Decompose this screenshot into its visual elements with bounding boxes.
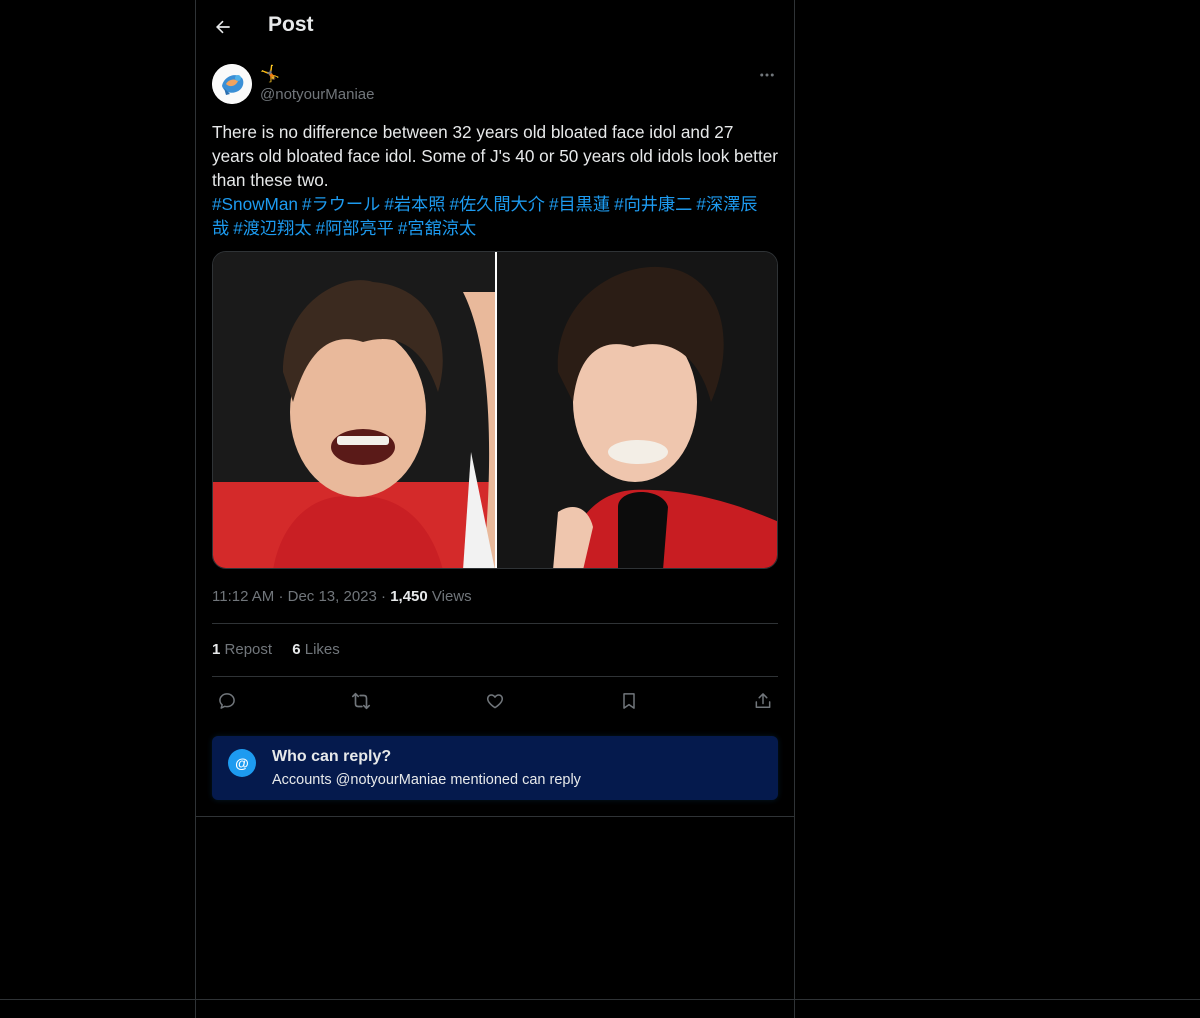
share-icon: [755, 693, 771, 708]
hashtag-list: #SnowMan #ラウール #岩本照 #佐久間大介 #目黒蓮 #向井康二 #深澤辰哉 #渡辺…: [212, 192, 778, 240]
divider: [196, 816, 794, 817]
main-column: Post 🤸 @notyourManiae There is no differ…: [195, 0, 795, 1018]
engagement-counts: 1 Repost 6 Likes: [212, 641, 356, 658]
reposts-label: Repost: [224, 641, 273, 658]
reposts-count: 1: [212, 641, 221, 658]
like-icon: [486, 694, 504, 709]
hashtag-link[interactable]: #渡辺翔太: [233, 218, 311, 238]
reply-restriction-title: Who can reply?: [272, 748, 392, 765]
likes-stat[interactable]: 6 Likes: [292, 641, 340, 658]
post-time[interactable]: 11:12 AM: [212, 588, 274, 605]
reply-restriction-banner: @ Who can reply? Accounts @notyourManiae…: [212, 736, 778, 800]
reposts-stat[interactable]: 1 Repost: [212, 641, 272, 658]
views-label: Views: [431, 588, 472, 605]
post-text: There is no difference between 32 years …: [212, 122, 779, 190]
post-body: There is no difference between 32 years …: [212, 120, 778, 240]
likes-label: Likes: [304, 641, 340, 658]
hashtag-link[interactable]: #岩本照: [384, 194, 445, 214]
author-display-name[interactable]: 🤸: [260, 64, 280, 84]
hashtag-link[interactable]: #阿部亮平: [316, 218, 394, 238]
hashtag-link[interactable]: #目黒蓮: [549, 194, 610, 214]
arrow-left-icon: [216, 20, 230, 34]
post-metadata: 11:12 AM · Dec 13, 2023 · 1,450 Views: [212, 588, 472, 605]
hashtag-link[interactable]: #SnowMan: [212, 194, 298, 214]
photo-collage: [213, 252, 777, 568]
likes-count: 6: [292, 641, 301, 658]
author-handle[interactable]: @notyourManiae: [260, 86, 374, 103]
action-bar: [212, 689, 778, 713]
hashtag-link[interactable]: #佐久間大介: [449, 194, 545, 214]
hashtag-link[interactable]: #向井康二: [614, 194, 692, 214]
more-options-button[interactable]: [756, 64, 778, 86]
meta-separator: ·: [381, 588, 391, 605]
reply-icon: [219, 693, 235, 709]
divider: [212, 623, 778, 624]
back-button[interactable]: [206, 10, 240, 44]
bookmark-icon: [623, 693, 635, 709]
hashtag-link[interactable]: #ラウール: [302, 194, 380, 214]
hashtag-link[interactable]: #宮舘涼太: [398, 218, 476, 238]
views-count: 1,450: [390, 588, 428, 605]
post-header: Post: [196, 0, 794, 54]
divider: [212, 676, 778, 677]
reply-button[interactable]: [212, 689, 242, 713]
avatar-image: [212, 64, 252, 104]
divider: [0, 999, 1200, 1000]
reply-restriction-subtitle: Accounts @notyourManiae mentioned can re…: [272, 772, 581, 788]
share-button[interactable]: [748, 689, 778, 713]
repost-icon: [351, 692, 371, 710]
post-date[interactable]: Dec 13, 2023: [288, 588, 377, 605]
page-title: Post: [268, 13, 314, 36]
avatar[interactable]: [212, 64, 252, 104]
bookmark-button[interactable]: [614, 689, 644, 713]
repost-button[interactable]: [346, 689, 376, 713]
post-image[interactable]: [212, 251, 778, 569]
at-sign-icon: @: [228, 749, 256, 777]
more-horizontal-icon: [760, 73, 774, 77]
like-button[interactable]: [480, 689, 510, 713]
meta-separator: ·: [278, 588, 288, 605]
